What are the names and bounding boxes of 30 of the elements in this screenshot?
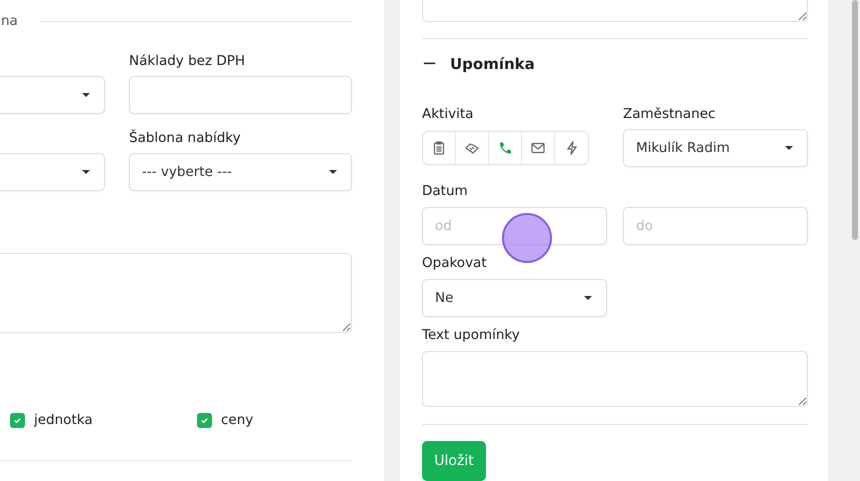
caret-icon <box>82 170 90 174</box>
caret-icon <box>785 146 793 150</box>
field-label: Šablona nabídky <box>129 130 242 146</box>
collapse-toggle[interactable]: − <box>422 53 436 74</box>
checkbox[interactable] <box>197 412 212 428</box>
checkbox[interactable] <box>10 412 25 428</box>
clipboard-icon[interactable] <box>423 132 456 164</box>
caret-icon <box>329 170 337 174</box>
date-field[interactable]: od <box>422 207 607 245</box>
section-title: Upomínka <box>450 54 535 72</box>
section-title: na <box>1 13 18 29</box>
check-icon <box>200 416 209 424</box>
checkbox-label: jednotka <box>34 412 93 428</box>
field-label: Zaměstnanec <box>623 106 716 122</box>
field-label: Náklady bez DPH <box>129 53 246 69</box>
field-label: Aktivita <box>422 106 474 122</box>
caret-icon <box>584 296 592 300</box>
scrollbar-thumb[interactable] <box>852 0 858 240</box>
field-label: Opakovat <box>422 255 488 271</box>
field-label: Datum <box>422 183 469 199</box>
checkbox-label: ceny <box>221 412 254 428</box>
field-label: Text upomínky <box>422 327 521 343</box>
select-field[interactable]: Ne <box>422 279 607 317</box>
touch-indicator <box>502 213 552 263</box>
check-icon <box>13 416 22 424</box>
date-field[interactable]: do <box>623 207 808 245</box>
caret-icon <box>82 93 90 97</box>
select-field[interactable]: --- vyberte --- <box>129 153 352 191</box>
input-field[interactable] <box>129 76 352 114</box>
select-field[interactable]: Mikulík Radim <box>623 129 808 167</box>
